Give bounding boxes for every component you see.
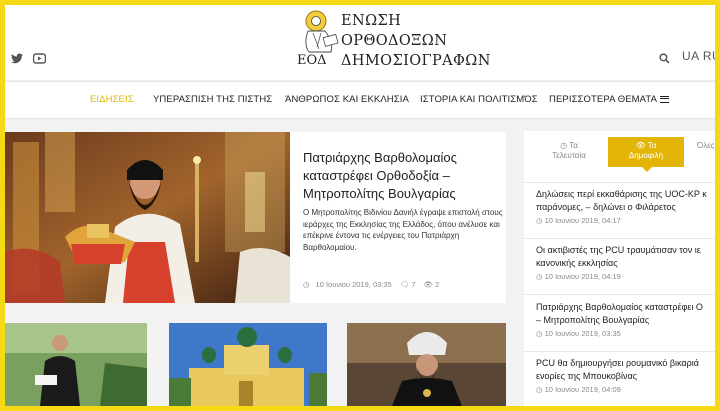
tab-label-part: Τα bbox=[569, 141, 578, 150]
twitter-icon[interactable] bbox=[11, 51, 23, 69]
main-nav: ΕΙΔΗΣΕΙΣ ΥΠΕΡΑΣΠΙΣΗ ΤΗΣ ΠΙΣΤΗΣ ΆΝΘΡΩΠΟΣ … bbox=[5, 81, 715, 119]
language-switcher[interactable]: UA RU bbox=[682, 49, 715, 63]
clock-icon: ◷ bbox=[303, 280, 310, 289]
logo-wordmark: ΕΝΩΣΗ ΟΡΘΟΔΟΞΩΝ ΔΗΜΟΣΙΟΓΡΑΦΩΝ bbox=[341, 11, 491, 71]
tab-latest[interactable]: ◷ Τα Τελευταία bbox=[531, 137, 607, 167]
tab-label: ◷ Τα bbox=[531, 141, 607, 151]
article-thumbnail[interactable] bbox=[169, 323, 327, 406]
view-count: 2 bbox=[435, 280, 440, 289]
list-item-title: PCU θα δημιουργήσει ρουμανικό βικαριά bbox=[536, 358, 699, 368]
divider bbox=[524, 238, 715, 239]
list-item-title: ενορίες της Μπουκοβίνας bbox=[536, 370, 638, 381]
article-thumbnail[interactable] bbox=[5, 323, 147, 406]
nav-item-more-topics[interactable]: ΠΕΡΙΣΣΟΤΕΡΑ ΘΕΜΑΤΑ bbox=[549, 94, 670, 105]
clock-icon: ◷ bbox=[560, 141, 568, 150]
tab-label: Τελευταία bbox=[552, 151, 586, 160]
divider bbox=[524, 182, 715, 183]
nav-item-faith-defense[interactable]: ΥΠΕΡΑΣΠΙΣΗ ΤΗΣ ΠΙΣΤΗΣ bbox=[153, 94, 272, 105]
date-text: 10 Ιουνίου 2019, 03:35 bbox=[544, 329, 621, 338]
logo-line: ΕΝΩΣΗ bbox=[341, 13, 402, 29]
list-item-title: παράνομες, – δηλώνει ο Φιλάρετος bbox=[536, 201, 676, 212]
tab-label: Δημοφιλή bbox=[628, 151, 664, 160]
date-text: 10 Ιουνίου 2019, 04:17 bbox=[544, 216, 621, 225]
list-item-date: ◷ 10 Ιουνίου 2019, 04:17 bbox=[536, 216, 715, 225]
list-item-date: ◷ 10 Ιουνίου 2019, 04:09 bbox=[536, 385, 715, 394]
list-item-date: ◷ 10 Ιουνίου 2019, 03:35 bbox=[536, 329, 715, 338]
divider bbox=[524, 294, 715, 295]
featured-date: 10 Ιουνίου 2019, 03:35 bbox=[315, 280, 392, 289]
nav-item-man-church[interactable]: ΆΝΘΡΩΠΟΣ ΚΑΙ ΕΚΚΛΗΣΙΑ bbox=[285, 94, 409, 105]
youtube-icon[interactable] bbox=[32, 51, 47, 69]
comment-count: 7 bbox=[411, 280, 416, 289]
tab-all[interactable]: Όλες οι bbox=[685, 137, 715, 167]
site-logo[interactable]: ΕΝΩΣΗ ΟΡΘΟΔΟΞΩΝ ΔΗΜΟΣΙΟΓΡΑΦΩΝ ΕΟΔ bbox=[295, 9, 490, 73]
clock-icon: ◷ bbox=[536, 329, 543, 338]
nav-item-history-culture[interactable]: ΙΣΤΟΡΙΑ ΚΑΙ ΠΟΛΙΤΙΣΜΌΣ bbox=[420, 94, 538, 105]
list-item[interactable]: PCU θα δημιουργήσει ρουμανικό βικαριά εν… bbox=[536, 357, 715, 394]
popular-sidebar: ◷ Τα Τελευταία 👁 Τα Δημοφιλή Όλες οι Δηλ… bbox=[524, 131, 715, 406]
page-frame: ΕΝΩΣΗ ΟΡΘΟΔΟΞΩΝ ΔΗΜΟΣΙΟΓΡΑΦΩΝ ΕΟΔ UA RU … bbox=[5, 5, 715, 406]
comment-icon: 🗨 bbox=[399, 280, 410, 289]
nav-item-label: ΠΕΡΙΣΣΟΤΕΡΑ ΘΕΜΑΤΑ bbox=[549, 94, 658, 105]
logo-line: ΟΡΘΟΔΟΞΩΝ bbox=[341, 33, 448, 49]
featured-excerpt: Ο Μητροπολίτης Βιδινίου Δανιήλ έγραψε επ… bbox=[303, 208, 503, 252]
featured-image[interactable] bbox=[5, 132, 290, 303]
tab-label-part: Τα bbox=[647, 141, 657, 150]
article-thumbnail[interactable] bbox=[347, 323, 506, 406]
eye-icon: 👁 bbox=[423, 280, 434, 289]
logo-line: ΔΗΜΟΣΙΟΓΡΑΦΩΝ bbox=[341, 53, 491, 69]
list-item[interactable]: Οι ακτιβιστές της PCU τραυμάτισαν τον ιε… bbox=[536, 244, 715, 281]
list-item[interactable]: Δηλώσεις περί εκκαθάρισης της UOC-KP κ π… bbox=[536, 188, 715, 225]
tab-popular[interactable]: 👁 Τα Δημοφιλή bbox=[608, 137, 684, 172]
menu-icon bbox=[660, 96, 670, 103]
date-text: 10 Ιουνίου 2019, 04:09 bbox=[544, 385, 621, 394]
saint-emblem-icon bbox=[305, 10, 339, 53]
search-icon[interactable] bbox=[659, 51, 670, 69]
list-item[interactable]: Πατριάρχης Βαρθολομαίος καταστρέφει Ο – … bbox=[536, 301, 715, 338]
list-item-title: Δηλώσεις περί εκκαθάρισης της UOC-KP κ bbox=[536, 189, 707, 199]
tab-label: 👁 Τα bbox=[608, 141, 684, 151]
list-item-title: Πατριάρχης Βαρθολομαίος καταστρέφει Ο bbox=[536, 302, 703, 312]
date-text: 10 Ιουνίου 2019, 04:19 bbox=[544, 272, 621, 281]
list-item-date: ◷ 10 Ιουνίου 2019, 04:19 bbox=[536, 272, 715, 281]
clock-icon: ◷ bbox=[536, 272, 543, 281]
list-item-title: – Μητροπολίτης Βουλγαρίας bbox=[536, 314, 650, 325]
logo-abbreviation: ΕΟΔ bbox=[297, 53, 327, 68]
eye-icon: 👁 bbox=[635, 141, 646, 150]
site-header: ΕΝΩΣΗ ΟΡΘΟΔΟΞΩΝ ΔΗΜΟΣΙΟΓΡΑΦΩΝ ΕΟΔ UA RU bbox=[5, 5, 715, 80]
clock-icon: ◷ bbox=[536, 385, 543, 394]
featured-title[interactable]: Πατριάρχης Βαρθολομαίος καταστρέφει Ορθο… bbox=[303, 149, 501, 203]
list-item-title: Οι ακτιβιστές της PCU τραυμάτισαν τον ιε bbox=[536, 245, 701, 255]
list-item-title: κανονικής εκκλησίας bbox=[536, 257, 618, 268]
nav-item-news[interactable]: ΕΙΔΗΣΕΙΣ bbox=[90, 94, 134, 105]
social-links bbox=[11, 51, 47, 69]
featured-article-card: Πατριάρχης Βαρθολομαίος καταστρέφει Ορθο… bbox=[290, 132, 506, 303]
tab-label: Όλες οι bbox=[697, 141, 715, 150]
clock-icon: ◷ bbox=[536, 216, 543, 225]
featured-meta: ◷ 10 Ιουνίου 2019, 03:35 🗨 7 👁 2 bbox=[303, 280, 445, 289]
divider bbox=[524, 351, 715, 352]
